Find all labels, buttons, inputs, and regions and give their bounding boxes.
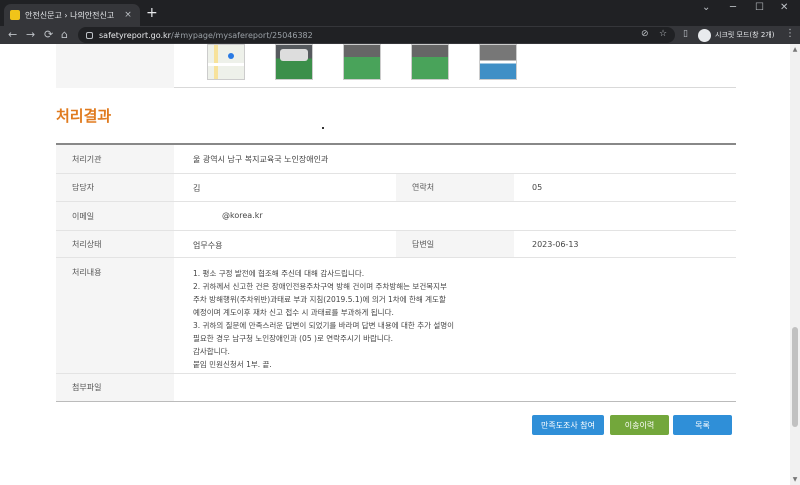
section-title: 처리결과 [56, 107, 112, 125]
incognito-icon [698, 28, 711, 42]
list-button[interactable]: 목록 [673, 415, 732, 435]
forward-button[interactable]: → [26, 27, 35, 43]
table-row: 처리기관 울 광역시 남구 복지교육국 노인장애인과 [56, 145, 736, 174]
map-pin-icon [228, 53, 234, 59]
address-bar[interactable]: safetyreport.go.kr /#mypage/mysafereport… [78, 27, 675, 43]
survey-button[interactable]: 만족도조사 참여 [532, 415, 604, 435]
content-line: 1. 평소 구정 발전에 협조해 주신데 대해 감사드립니다. [193, 269, 365, 278]
content-line: 필요한 경우 남구청 노인장애인과 (05 )로 연락주시기 바랍니다. [193, 334, 394, 343]
browser-menu-icon[interactable]: ⋮ [785, 28, 795, 39]
content-line: 2. 귀하께서 신고한 건은 장애인전용주차구역 방해 건이며 주차방해는 보건… [193, 282, 447, 291]
vertical-scrollbar[interactable]: ▲ ▼ [790, 44, 800, 485]
browser-tab-bar: 안전신문고 › 나의안전신고 × + ⌄ ─ ☐ ✕ [0, 0, 800, 26]
table-row: 이메일 @korea.kr [56, 202, 736, 231]
agency-value: 울 광역시 남구 복지교육국 노인장애인과 [193, 155, 329, 164]
status-value: 업무수용 [193, 241, 223, 250]
email-value: @korea.kr [222, 211, 263, 220]
tab-title: 안전신문고 › 나의안전신고 [25, 10, 115, 20]
stray-dot [322, 127, 324, 129]
photo-label-cell [56, 44, 174, 88]
content-line: 주차 방해행위(주차위반)과태료 부과 지침(2019.5.1)에 의거 1차에… [193, 295, 446, 304]
scroll-down-arrow[interactable]: ▼ [790, 476, 800, 483]
incognito-profile-button[interactable]: 시크릿 모드(창 2개) [698, 28, 774, 42]
email-label: 이메일 [56, 202, 174, 230]
table-row: 첨부파일 [56, 374, 736, 401]
reload-button[interactable]: ⟳ [44, 27, 53, 43]
table-row: 처리상태 업무수용 답변일 2023-06-13 [56, 231, 736, 258]
browser-toolbar: ← → ⟳ ⌂ safetyreport.go.kr /#mypage/mysa… [0, 26, 800, 44]
profile-label: 시크릿 모드(창 2개) [715, 31, 775, 39]
photo-thumbnail[interactable] [411, 44, 449, 80]
result-table: 처리기관 울 광역시 남구 복지교육국 노인장애인과 담당자 김 연락처 05 … [56, 143, 736, 402]
content-line: 감사합니다. [193, 347, 230, 356]
content-text: 1. 평소 구정 발전에 협조해 주신데 대해 감사드립니다. 2. 귀하께서 신… [193, 267, 523, 371]
lock-icon[interactable] [86, 31, 93, 39]
home-button[interactable]: ⌂ [61, 27, 68, 43]
browser-tab[interactable]: 안전신문고 › 나의안전신고 × [4, 4, 140, 26]
site-favicon-icon [10, 10, 20, 20]
transfer-history-button[interactable]: 이송이력 [610, 415, 669, 435]
maximize-button[interactable]: ☐ [755, 2, 764, 13]
minimize-button[interactable]: ─ [730, 2, 736, 13]
manager-value: 김 [193, 184, 201, 193]
car-image [280, 49, 308, 61]
side-panel-icon[interactable]: ▯ [683, 29, 688, 39]
reply-date-label: 답변일 [396, 231, 514, 257]
back-button[interactable]: ← [8, 27, 17, 43]
photo-attachment-row [56, 44, 736, 88]
url-path: /#mypage/mysafereport/25046382 [170, 30, 313, 40]
content-line: 붙임 민원신청서 1부. 끝. [193, 360, 272, 369]
photo-thumbnail[interactable] [479, 44, 517, 80]
url-host: safetyreport.go.kr [99, 30, 171, 40]
map-thumbnail[interactable] [207, 44, 245, 80]
reply-date-value: 2023-06-13 [532, 240, 579, 249]
attachment-label: 첨부파일 [56, 374, 174, 401]
table-row: 처리내용 1. 평소 구정 발전에 협조해 주신데 대해 감사드립니다. 2. 귀… [56, 258, 736, 374]
table-row: 담당자 김 연락처 05 [56, 174, 736, 202]
close-window-button[interactable]: ✕ [780, 2, 788, 13]
new-tab-button[interactable]: + [146, 5, 158, 21]
chevron-down-icon[interactable]: ⌄ [702, 2, 710, 13]
photo-thumbnail[interactable] [343, 44, 381, 80]
agency-label: 처리기관 [56, 145, 174, 173]
contact-value: 05 [532, 183, 543, 192]
manager-label: 담당자 [56, 174, 174, 201]
tab-close-icon[interactable]: × [122, 10, 134, 20]
scrollbar-thumb[interactable] [792, 327, 798, 427]
photo-thumbnail[interactable] [275, 44, 313, 80]
content-line: 예정이며 계도이후 재차 신고 접수 시 과태료를 부과하게 됩니다. [193, 308, 394, 317]
scroll-up-arrow[interactable]: ▲ [790, 46, 800, 53]
bookmark-star-icon[interactable]: ☆ [659, 29, 667, 39]
content-label: 처리내용 [56, 258, 174, 373]
page-content: 처리결과 처리기관 울 광역시 남구 복지교육국 노인장애인과 담당자 김 연락… [0, 44, 800, 485]
contact-label: 연락처 [396, 174, 514, 201]
status-label: 처리상태 [56, 231, 174, 257]
tracking-blocked-icon[interactable]: ⊘ [641, 29, 649, 39]
content-line: 3. 귀하의 질문에 만족스러운 답변이 되었기를 바라며 답변 내용에 대한 … [193, 321, 455, 330]
